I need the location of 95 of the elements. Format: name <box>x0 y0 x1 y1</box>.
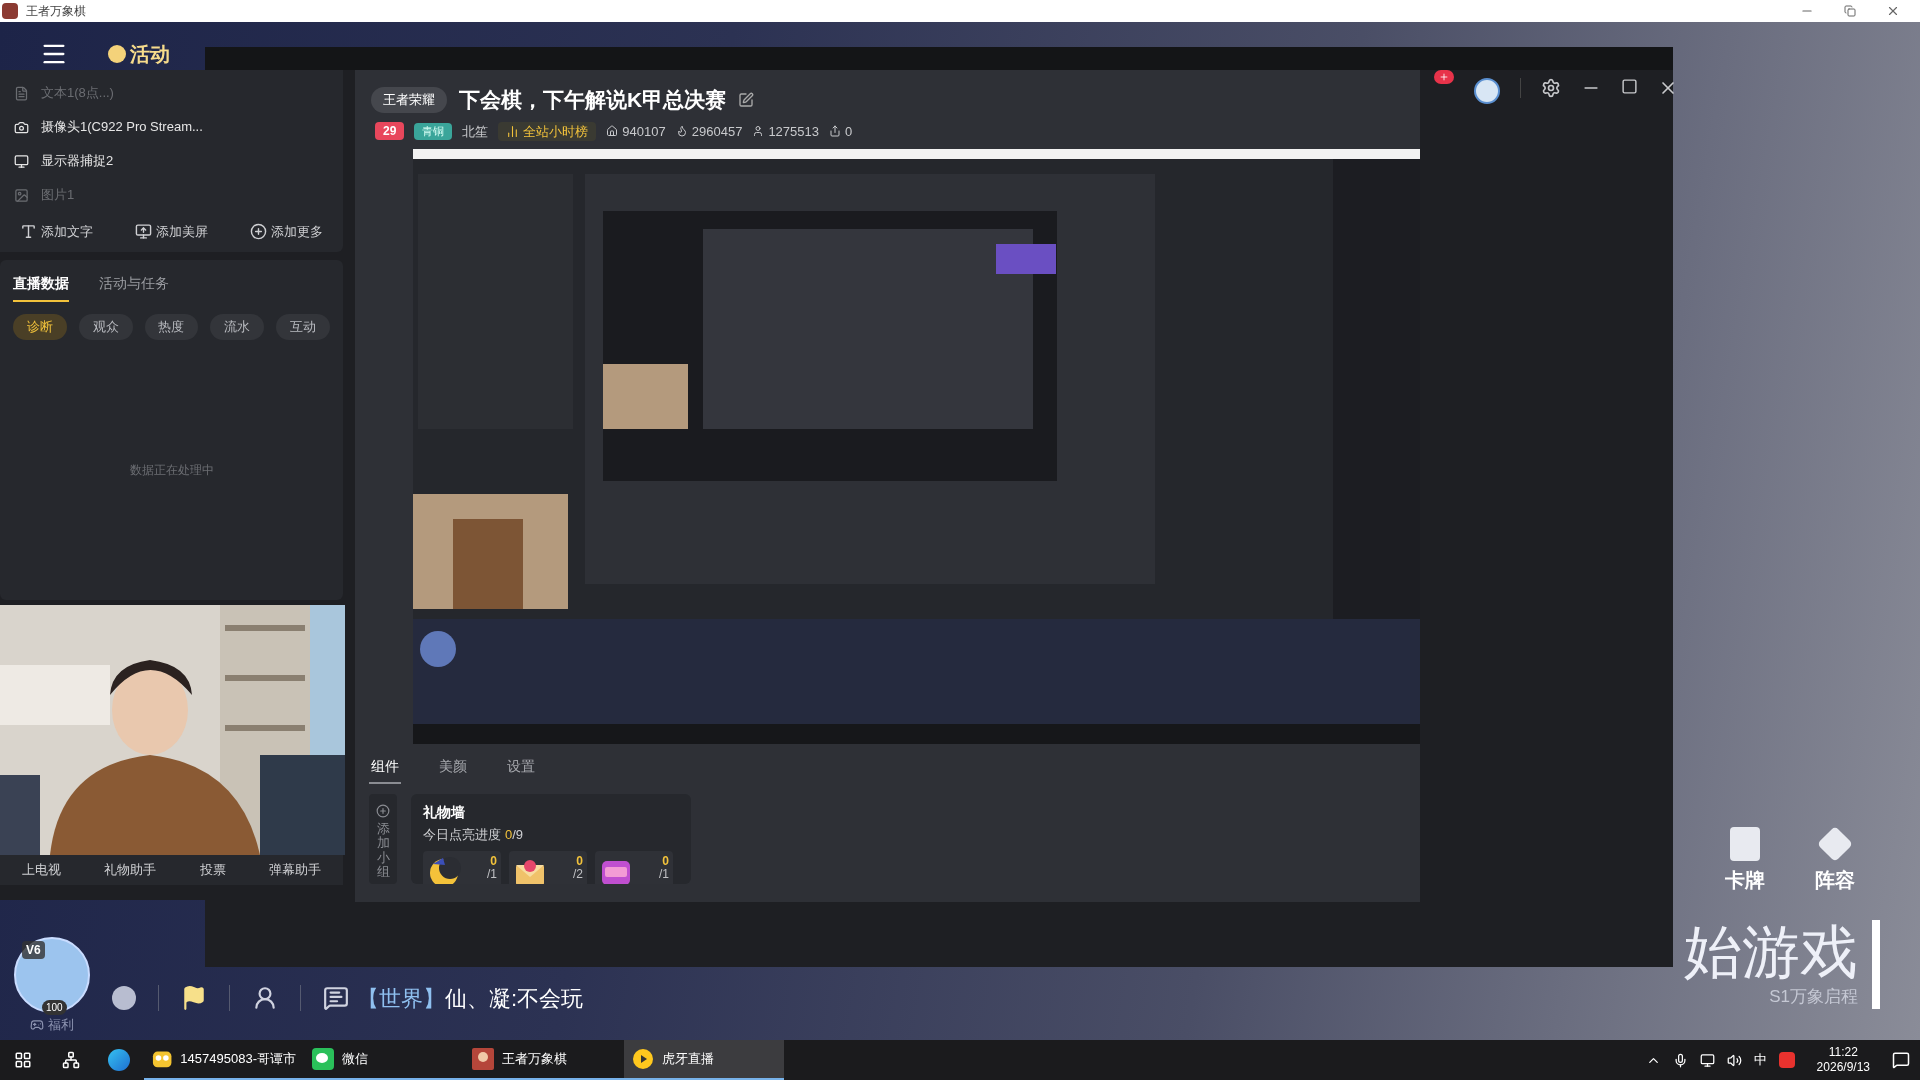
category-tag: 王者荣耀 <box>371 87 447 113</box>
browser-icon[interactable] <box>108 1049 130 1071</box>
add-source-button[interactable]: 添加文字 <box>20 222 93 242</box>
player-avatar[interactable]: V6 100 <box>14 937 90 1013</box>
hourly-rank-button[interactable]: 全站小时榜 <box>498 121 597 141</box>
gift-wall-title: 礼物墙 <box>423 803 466 822</box>
edit-icon[interactable] <box>738 91 755 108</box>
volume-icon[interactable] <box>1726 1052 1742 1068</box>
app-icon <box>2 3 18 19</box>
rank-badge: 青铜 <box>414 123 453 140</box>
source-icon <box>14 85 29 101</box>
share-icon <box>829 125 841 138</box>
gamepad-icon <box>30 1017 44 1032</box>
stat-value: 0 <box>845 122 853 141</box>
welfare-label: 福利 <box>48 1016 74 1034</box>
gift-count: 0 <box>662 854 669 868</box>
source-item[interactable]: 摄像头1(C922 Pro Stream... <box>0 110 343 144</box>
restore-icon[interactable] <box>1844 5 1856 17</box>
ime-indicator[interactable]: 中 <box>1753 1050 1767 1070</box>
add-icon <box>135 223 152 241</box>
filter-chip[interactable]: 热度 <box>144 313 199 340</box>
maximize-icon[interactable] <box>1621 78 1638 95</box>
source-icon <box>14 153 29 169</box>
chart-icon <box>506 124 520 138</box>
camera-action-button[interactable]: 上电视 <box>21 859 61 880</box>
taskbar-app[interactable]: 1457495083-哥谭市 <box>144 1040 304 1080</box>
settings-icon[interactable] <box>1541 78 1561 98</box>
avatar-level: 100 <box>42 1000 67 1015</box>
gift-target: /1 <box>487 867 497 881</box>
panel-tab[interactable]: 设置 <box>505 756 537 784</box>
card-icon <box>1730 827 1760 861</box>
banner-subtitle: S1万象启程 <box>1769 985 1858 1008</box>
game-side-button[interactable]: 卡牌 <box>1725 827 1765 895</box>
gift-target: /1 <box>659 867 669 881</box>
start-icon[interactable] <box>14 1051 32 1069</box>
window-title: 王者万象棋 <box>26 3 86 20</box>
input-method-icon[interactable] <box>1778 1052 1795 1068</box>
notification-badge <box>1434 70 1454 84</box>
panel-tab[interactable]: 组件 <box>369 756 401 784</box>
clock-time: 11:22 <box>1828 1045 1858 1060</box>
add-icon <box>376 804 390 818</box>
gift-count: 0 <box>490 854 497 868</box>
add-source-button[interactable]: 添加更多 <box>250 222 323 242</box>
filter-chip[interactable]: 观众 <box>78 313 133 340</box>
huya-app-icon <box>632 1048 654 1070</box>
camera-action-button[interactable]: 投票 <box>199 859 226 880</box>
filter-chip[interactable]: 互动 <box>276 313 330 340</box>
source-item[interactable]: 显示器捕捉2 <box>0 144 343 178</box>
taskbar-app[interactable]: 虎牙直播 <box>624 1040 784 1080</box>
status-text: 数据正在处理中 <box>129 461 214 479</box>
add-icon <box>20 223 37 241</box>
heat-icon <box>675 125 688 138</box>
chat-icon[interactable] <box>323 985 349 1011</box>
vip-badge: V6 <box>22 941 45 959</box>
game-app-icon <box>472 1048 494 1070</box>
network-icon[interactable] <box>1699 1052 1715 1068</box>
close-icon[interactable] <box>1886 4 1900 18</box>
taskbar-app[interactable]: 微信 <box>304 1040 464 1080</box>
progress-label: 今日点亮进度 <box>423 826 501 844</box>
level-badge: 29 <box>375 122 405 141</box>
progress-value: 0/9 <box>505 826 524 844</box>
activity-tab[interactable]: 活动 <box>130 44 170 64</box>
panel-tab[interactable]: 美颜 <box>437 756 469 784</box>
stat-value: 940107 <box>622 122 666 141</box>
user-icon <box>752 125 765 138</box>
gift-count: 0 <box>576 854 583 868</box>
banner-title: 始游戏 <box>1684 920 1858 984</box>
stat-value: 2960457 <box>691 122 743 141</box>
gift-target: /2 <box>573 867 583 881</box>
game-side-button[interactable]: 阵容 <box>1815 827 1855 895</box>
home-icon <box>606 125 619 138</box>
add-widget-button[interactable]: 添加小组 <box>369 794 397 884</box>
chat-channel: 【世界】 <box>357 985 445 1011</box>
source-icon <box>14 119 29 135</box>
flag-icon[interactable] <box>181 985 207 1011</box>
filter-chip[interactable]: 流水 <box>210 313 265 340</box>
anchor-name: 北笙 <box>462 122 489 141</box>
stream-title: 下会棋，下午解说K甲总决赛 <box>459 87 727 113</box>
clock-date: 2026/9/13 <box>1816 1060 1870 1075</box>
chat-app-icon <box>312 1048 334 1070</box>
add-source-button[interactable]: 添加美屏 <box>135 222 208 242</box>
source-icon <box>14 187 29 203</box>
avatar[interactable] <box>1474 78 1500 104</box>
filter-chip[interactable]: 诊断 <box>13 313 67 340</box>
chat-message: 仙、凝:不会玩 <box>445 985 584 1011</box>
notifications-icon[interactable] <box>1892 1051 1910 1069</box>
data-tab[interactable]: 直播数据 <box>13 272 69 302</box>
data-tab[interactable]: 活动与任务 <box>99 272 169 302</box>
add-icon <box>250 223 267 241</box>
taskbar-app[interactable]: 王者万象棋 <box>464 1040 624 1080</box>
camera-action-button[interactable]: 礼物助手 <box>104 859 157 880</box>
friends-icon[interactable] <box>252 985 278 1011</box>
stat-value: 1275513 <box>768 122 819 141</box>
camera-action-button[interactable]: 弹幕助手 <box>269 859 322 880</box>
microphone-icon[interactable] <box>1672 1052 1688 1068</box>
